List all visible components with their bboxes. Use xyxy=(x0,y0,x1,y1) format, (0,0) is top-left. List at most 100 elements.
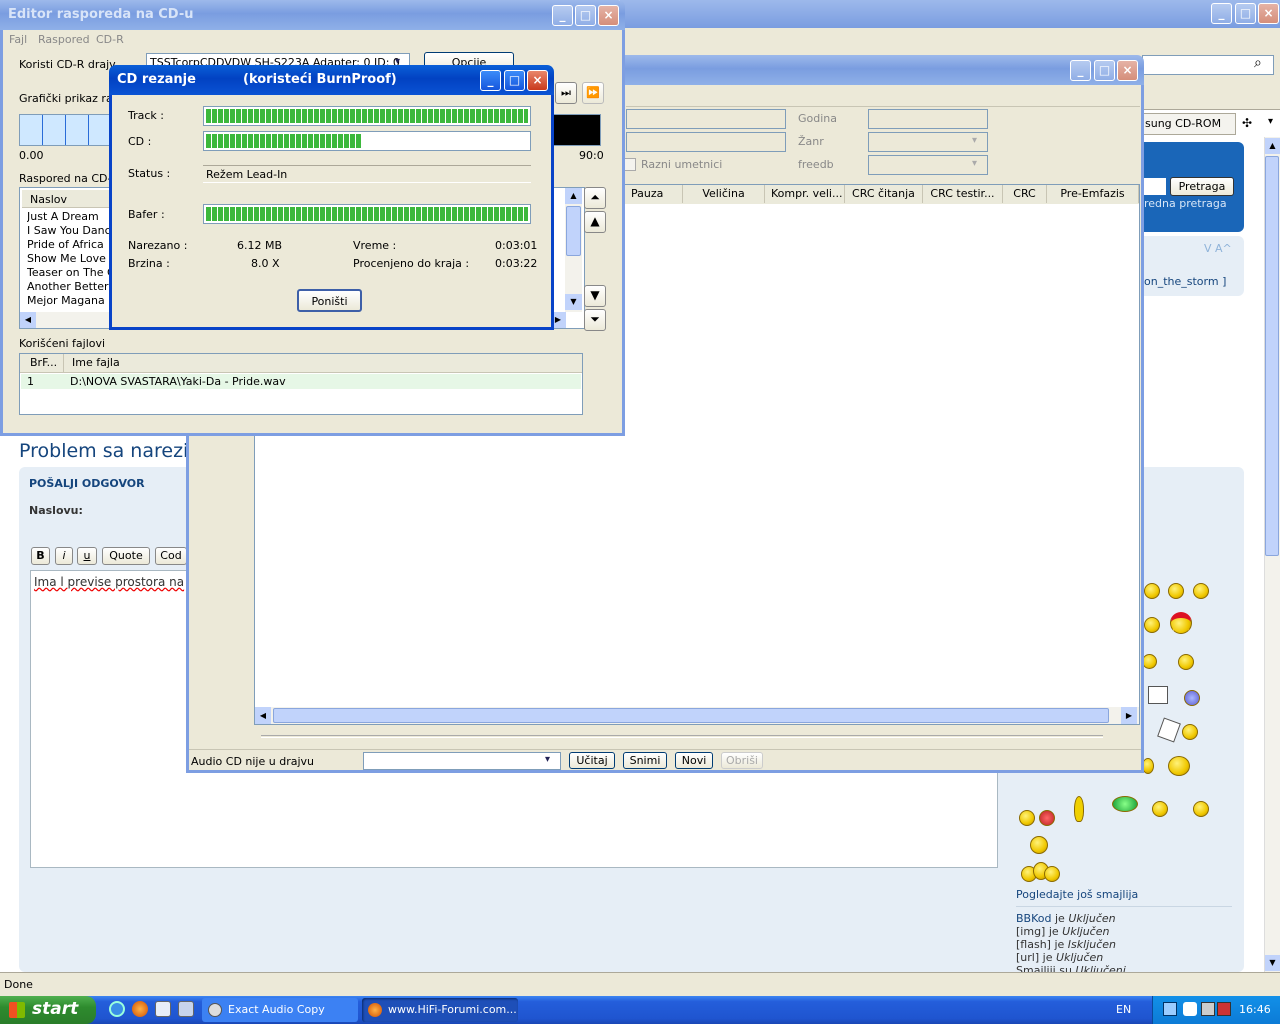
skip-end-button[interactable]: ⏭ xyxy=(555,82,577,104)
smiley-icon[interactable] xyxy=(1144,583,1160,599)
position-slider[interactable] xyxy=(261,735,1103,738)
tab-add-icon[interactable]: ✣ xyxy=(1242,116,1252,130)
santa-smiley-icon[interactable] xyxy=(1170,612,1192,634)
move-top-button[interactable]: ⏶ xyxy=(584,187,606,209)
sign-smiley-icon[interactable] xyxy=(1148,686,1168,704)
forum-search-button[interactable]: Pretraga xyxy=(1170,177,1234,196)
smiley-icon[interactable] xyxy=(1193,801,1209,817)
menu-layout[interactable]: Raspored xyxy=(38,33,90,46)
scroll-up-icon[interactable]: ▲ xyxy=(1265,138,1280,154)
table-row[interactable]: 1 D:\NOVA SVASTARA\Yaki-Da - Pride.wav xyxy=(21,374,581,389)
menu-file[interactable]: Fajl xyxy=(9,33,27,46)
drive-select[interactable] xyxy=(363,752,561,770)
column-size[interactable]: Veličina xyxy=(683,185,765,203)
list-item[interactable]: Pride of Africa xyxy=(27,238,117,252)
column-pre-emphasis[interactable]: Pre-Emfazis xyxy=(1047,185,1139,203)
save-button[interactable]: Snimi xyxy=(623,752,667,769)
list-item[interactable]: Mejor Magana xyxy=(27,294,117,308)
user-link[interactable]: on_the_storm ] xyxy=(1144,275,1226,288)
minimize-icon[interactable]: _ xyxy=(1070,60,1091,81)
blue-smiley-icon[interactable] xyxy=(1184,690,1200,706)
scroll-right-icon[interactable]: ▶ xyxy=(1121,707,1137,724)
smiley-icon[interactable] xyxy=(1144,617,1160,633)
maximize-icon[interactable]: □ xyxy=(1094,60,1115,81)
move-bottom-button[interactable]: ⏷ xyxy=(584,309,606,331)
h-scroll-thumb[interactable] xyxy=(273,708,1109,723)
scroll-left-icon[interactable]: ◀ xyxy=(20,312,36,328)
freedb-select[interactable] xyxy=(868,155,988,175)
year-field[interactable] xyxy=(868,109,988,129)
list-item[interactable]: I Saw You Dancin xyxy=(27,224,117,238)
smiley-icon[interactable] xyxy=(1168,583,1184,599)
smiley-icon[interactable] xyxy=(1193,583,1209,599)
list-item[interactable]: Teaser on The Ca xyxy=(27,266,117,280)
close-icon[interactable]: × xyxy=(1258,3,1279,24)
clock[interactable]: 16:46 xyxy=(1239,1003,1271,1016)
banana-icon[interactable] xyxy=(1074,796,1084,822)
maximize-icon[interactable]: □ xyxy=(504,70,525,91)
browser-tab[interactable]: sung CD-ROM ... xyxy=(1140,113,1236,143)
delete-button[interactable]: Obriši xyxy=(721,752,763,769)
ie-quicklaunch-icon[interactable] xyxy=(109,1001,125,1017)
cancel-button[interactable]: Poništi xyxy=(297,289,362,312)
smiley-icon[interactable] xyxy=(1152,801,1168,817)
network-tray-icon[interactable] xyxy=(1163,1002,1177,1016)
list-item[interactable]: Another Better W xyxy=(27,280,117,294)
task-eac[interactable]: Exact Audio Copy xyxy=(202,998,358,1022)
scroll-down-icon[interactable]: ▼ xyxy=(565,294,582,310)
search-icon[interactable]: ⌕ xyxy=(1254,55,1262,71)
album-title-field[interactable] xyxy=(626,109,786,129)
headphones-smiley-icon[interactable] xyxy=(1168,756,1190,776)
minimize-icon[interactable]: _ xyxy=(480,70,501,91)
maximize-icon[interactable]: □ xyxy=(1235,3,1256,24)
h-scrollbar[interactable]: ◀ ▶ xyxy=(255,707,1139,724)
media-quicklaunch-icon[interactable] xyxy=(178,1001,194,1017)
smiley-icon[interactable] xyxy=(1019,810,1035,826)
menu-cdr[interactable]: CD-R xyxy=(96,33,124,46)
smiley-icon[interactable] xyxy=(1030,836,1048,854)
column-crc-read[interactable]: CRC čitanja xyxy=(845,185,923,203)
italic-button[interactable]: i xyxy=(55,547,73,565)
move-up-button[interactable]: ▲ xyxy=(584,211,606,233)
close-icon[interactable]: × xyxy=(598,5,619,26)
scroll-left-icon[interactable]: ◀ xyxy=(255,707,271,724)
artist-field[interactable] xyxy=(626,132,786,152)
column-compressed-size[interactable]: Kompr. veli... xyxy=(765,185,845,203)
list-item[interactable]: Show Me Love xyxy=(27,252,117,266)
fast-forward-button[interactable]: ⏩ xyxy=(582,82,604,104)
language-indicator[interactable]: EN xyxy=(1116,1003,1131,1016)
firefox-quicklaunch-icon[interactable] xyxy=(132,1001,148,1017)
code-button[interactable]: Cod xyxy=(155,547,187,565)
app-quicklaunch-icon[interactable] xyxy=(155,1001,171,1017)
column-file-num[interactable]: BrF... xyxy=(20,354,64,372)
green-smiley-icon[interactable] xyxy=(1112,796,1138,812)
list-item[interactable]: Just A Dream xyxy=(27,210,117,224)
advanced-search-link[interactable]: redna pretraga xyxy=(1144,197,1227,210)
font-size-control[interactable]: V A^ xyxy=(1204,242,1232,255)
quote-button[interactable]: Quote xyxy=(102,547,150,565)
minimize-icon[interactable]: _ xyxy=(552,5,573,26)
start-button[interactable]: start xyxy=(0,996,96,1024)
scroll-thumb[interactable] xyxy=(566,206,581,256)
layout-v-scrollbar[interactable]: ▲ ▼ xyxy=(565,188,582,312)
minimize-icon[interactable]: _ xyxy=(1211,3,1232,24)
app-tray-icon[interactable] xyxy=(1183,1002,1197,1016)
task-browser[interactable]: www.HiFi-Forumi.com... xyxy=(362,998,518,1022)
column-crc[interactable]: CRC xyxy=(1003,185,1047,203)
maximize-icon[interactable]: □ xyxy=(575,5,596,26)
underline-button[interactable]: u xyxy=(77,547,97,565)
more-smileys-link[interactable]: Pogledajte još smajlija xyxy=(1016,888,1138,901)
load-button[interactable]: Učitaj xyxy=(569,752,615,769)
column-crc-test[interactable]: CRC testir... xyxy=(923,185,1003,203)
column-pause[interactable]: Pauza xyxy=(625,185,683,203)
smiley-icon[interactable] xyxy=(1182,724,1198,740)
column-file-name[interactable]: Ime fajla xyxy=(64,354,582,372)
scroll-thumb[interactable] xyxy=(1265,156,1279,556)
smiley-icon[interactable] xyxy=(1039,810,1055,826)
forum-search-input[interactable] xyxy=(1144,178,1166,195)
scroll-up-icon[interactable]: ▲ xyxy=(565,188,582,204)
safely-remove-tray-icon[interactable] xyxy=(1217,1002,1231,1016)
tab-list-icon[interactable]: ▾ xyxy=(1268,116,1273,127)
close-icon[interactable]: × xyxy=(527,70,548,91)
move-down-button[interactable]: ▼ xyxy=(584,285,606,307)
